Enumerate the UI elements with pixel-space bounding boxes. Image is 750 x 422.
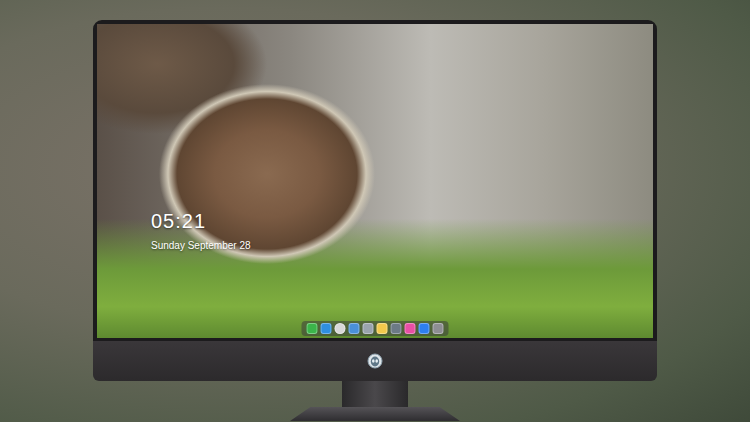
app-icon[interactable]	[335, 323, 346, 334]
app-icon[interactable]	[419, 323, 430, 334]
app-icon[interactable]	[433, 323, 444, 334]
lock-clock: 05:21 Sunday September 28	[151, 209, 251, 253]
app-icon[interactable]	[321, 323, 332, 334]
monitor-neck	[342, 381, 408, 407]
app-icon[interactable]	[391, 323, 402, 334]
app-icon[interactable]	[405, 323, 416, 334]
screen-bezel: 05:21 Sunday September 28	[93, 20, 657, 341]
app-icon[interactable]	[349, 323, 360, 334]
monitor: 05:21 Sunday September 28	[0, 0, 750, 422]
dock	[302, 321, 449, 336]
monitor-base	[290, 407, 460, 421]
app-icon[interactable]	[363, 323, 374, 334]
clock-date: Sunday September 28	[151, 239, 251, 253]
clock-time: 05:21	[151, 209, 251, 233]
logo-icon	[367, 353, 383, 369]
monitor-chin	[93, 341, 657, 381]
wallpaper: 05:21 Sunday September 28	[97, 24, 653, 338]
app-icon[interactable]	[377, 323, 388, 334]
app-icon[interactable]	[307, 323, 318, 334]
